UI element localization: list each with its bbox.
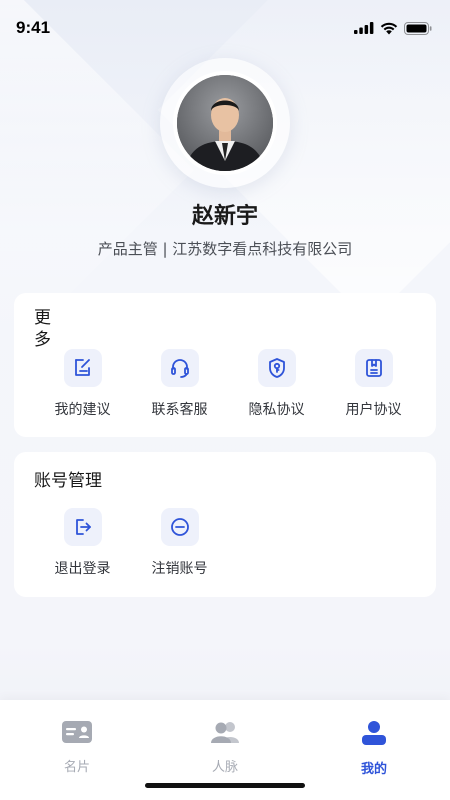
- status-time: 9:41: [16, 18, 51, 37]
- avatar-ring: [160, 58, 290, 188]
- battery-icon: [404, 21, 432, 35]
- privacy-item[interactable]: 隐私协议: [228, 349, 325, 419]
- status-bar: 9:41: [0, 0, 450, 56]
- minus-circle-icon: [160, 508, 199, 546]
- suggestion-item[interactable]: 我的建议: [34, 349, 131, 419]
- tab-card[interactable]: 名片: [2, 720, 152, 775]
- avatar[interactable]: [173, 71, 277, 175]
- home-indicator: [145, 783, 305, 788]
- user-agreement-label: 用户协议: [345, 402, 402, 418]
- headset-icon: [160, 349, 199, 387]
- avatar-photo: [177, 75, 273, 171]
- logout-item[interactable]: 退出登录: [34, 508, 131, 578]
- customer-service-item[interactable]: 联系客服: [131, 349, 228, 419]
- wifi-icon: [380, 22, 398, 34]
- user-description: 产品主管 | 江苏数字看点科技有限公司: [97, 240, 353, 258]
- suggestion-label: 我的建议: [54, 402, 111, 418]
- account-card: 账号管理 退出登录 注销账号: [14, 452, 436, 597]
- tab-contacts[interactable]: 人脉: [150, 720, 300, 775]
- more-card: 更多 我的建议 联系客服 隐私协议 用户协议: [14, 293, 436, 437]
- status-icons: [354, 21, 432, 35]
- signal-icon: [354, 22, 374, 34]
- shield-key-icon: [257, 349, 296, 387]
- person-icon: [362, 721, 386, 745]
- business-card-icon: [62, 721, 92, 743]
- privacy-label: 隐私协议: [248, 402, 305, 418]
- tab-mine-label: 我的: [360, 762, 387, 777]
- contacts-icon: [211, 722, 239, 743]
- tab-contacts-label: 人脉: [211, 760, 238, 775]
- logout-icon: [63, 508, 102, 546]
- tab-mine[interactable]: 我的: [299, 720, 449, 777]
- more-section-title: 更多: [34, 308, 51, 350]
- customer-service-label: 联系客服: [151, 402, 208, 418]
- edit-note-icon: [63, 349, 102, 387]
- tab-card-label: 名片: [63, 760, 90, 775]
- user-name: 赵新宇: [191, 204, 258, 229]
- logout-label: 退出登录: [54, 561, 111, 577]
- bookmark-doc-icon: [354, 349, 393, 387]
- user-agreement-item[interactable]: 用户协议: [325, 349, 422, 419]
- delete-account-label: 注销账号: [151, 561, 208, 577]
- account-section-title: 账号管理: [34, 471, 102, 491]
- delete-account-item[interactable]: 注销账号: [131, 508, 228, 578]
